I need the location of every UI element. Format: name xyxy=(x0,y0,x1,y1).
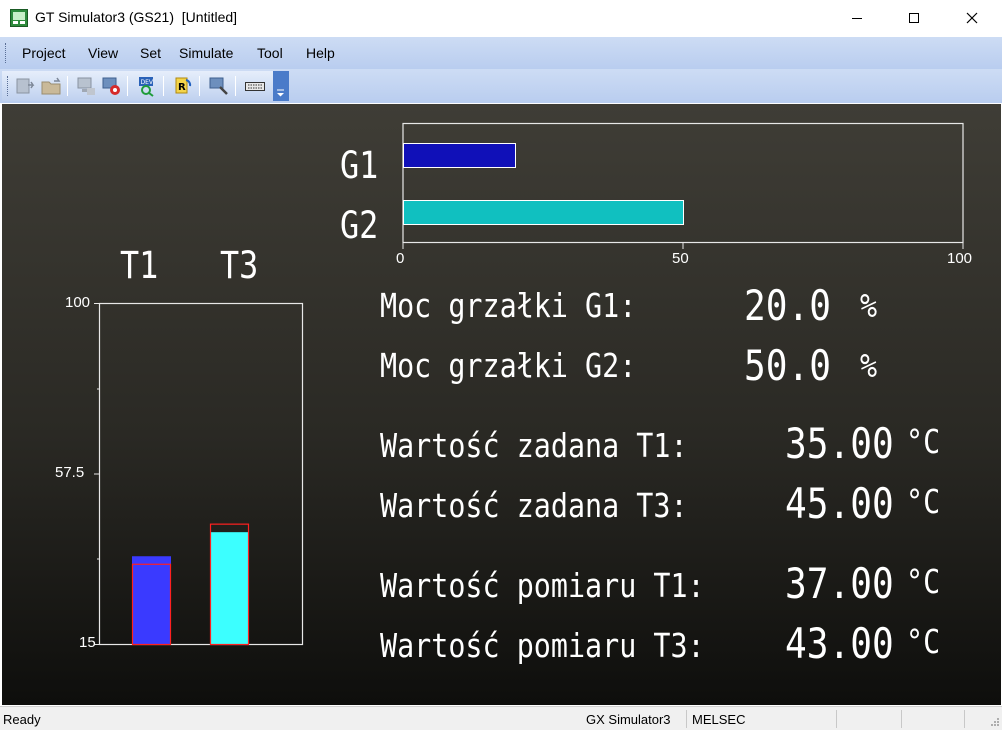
status-separator xyxy=(686,710,687,728)
toolbar-separator xyxy=(235,76,236,96)
app-icon xyxy=(10,9,28,27)
bar-g2 xyxy=(403,200,684,225)
vbar-tick-57-5: 57.5 xyxy=(55,464,85,481)
g2-power-label: Moc grzałki G2: xyxy=(380,346,637,385)
vbar-tick-15: 15 xyxy=(79,634,96,651)
app-window: GT Simulator3 (GS21) [Untitled] Project … xyxy=(0,0,1002,730)
measured-t1-unit: °C xyxy=(906,562,941,601)
setpoint-t3-unit: °C xyxy=(906,482,941,521)
menu-bar: Project View Set Simulate Tool Help xyxy=(0,37,1002,69)
menu-simulate[interactable]: Simulate xyxy=(179,45,233,61)
chart-category-g2: G2 xyxy=(340,204,379,247)
heater-power-chart xyxy=(402,122,964,249)
setpoint-t1-value: 35.00 xyxy=(785,419,894,468)
close-icon xyxy=(966,12,978,24)
open-project-icon[interactable] xyxy=(14,75,36,97)
status-separator xyxy=(836,710,837,728)
bar-measured-t3 xyxy=(210,532,249,645)
temperature-chart-frame xyxy=(98,302,304,646)
toolstrip: DEV R xyxy=(2,71,289,101)
menu-help[interactable]: Help xyxy=(306,45,335,61)
bar-measured-t1 xyxy=(132,556,171,645)
menu-tool[interactable]: Tool xyxy=(257,45,283,61)
folder-icon[interactable] xyxy=(40,75,62,97)
svg-text:DEV: DEV xyxy=(141,79,154,86)
chevron-down-icon xyxy=(277,89,284,97)
title-bar: GT Simulator3 (GS21) [Untitled] xyxy=(0,0,1002,36)
options-icon[interactable] xyxy=(208,75,230,97)
close-button[interactable] xyxy=(949,0,995,36)
menu-set[interactable]: Set xyxy=(140,45,161,61)
temperature-chart xyxy=(94,302,304,646)
menu-grip[interactable] xyxy=(5,43,8,63)
toolbar-separator xyxy=(199,76,200,96)
hmi-screen: G1 G2 0 50 100 T1 T3 100 57.5 15 Moc grz… xyxy=(2,104,1001,705)
hbar-tick-100: 100 xyxy=(947,250,973,267)
measured-t3-unit: °C xyxy=(906,622,941,661)
hbar-tick-0: 0 xyxy=(396,250,405,267)
svg-text:R: R xyxy=(178,82,186,93)
minimize-button[interactable] xyxy=(834,0,880,36)
record-icon[interactable] xyxy=(100,75,122,97)
g2-power-unit: % xyxy=(860,346,878,385)
g1-power-label: Moc grzałki G1: xyxy=(380,286,637,325)
maximize-icon xyxy=(909,13,919,23)
keyboard-icon[interactable] xyxy=(244,75,266,97)
bar-g1 xyxy=(403,143,516,168)
menu-view[interactable]: View xyxy=(88,45,118,61)
minimize-icon xyxy=(852,18,862,19)
heater-chart-frame xyxy=(402,122,964,244)
chart-category-t3: T3 xyxy=(220,244,259,287)
toolbar-overflow-button[interactable] xyxy=(273,71,289,101)
setpoint-t1-label: Wartość zadana T1: xyxy=(380,426,688,465)
hbar-tick-50: 50 xyxy=(672,250,689,267)
toolbar-separator xyxy=(67,76,68,96)
g1-power-unit: % xyxy=(860,286,878,325)
status-plc: MELSEC xyxy=(692,712,746,727)
setpoint-t3-label: Wartość zadana T3: xyxy=(380,486,688,525)
toolbar-separator xyxy=(163,76,164,96)
measured-t1-label: Wartość pomiaru T1: xyxy=(380,566,705,605)
device-monitor-icon[interactable]: DEV xyxy=(136,75,158,97)
bar-setpoint-t3 xyxy=(209,523,250,646)
chart-category-g1: G1 xyxy=(340,144,379,187)
measured-t3-value: 43.00 xyxy=(785,619,894,668)
status-separator xyxy=(901,710,902,728)
maximize-button[interactable] xyxy=(891,0,937,36)
refresh-icon[interactable]: R xyxy=(172,75,194,97)
chart-category-t1: T1 xyxy=(120,244,159,287)
measured-t1-value: 37.00 xyxy=(785,559,894,608)
menu-project[interactable]: Project xyxy=(22,45,66,61)
g2-power-value: 50.0 xyxy=(744,341,831,390)
g1-power-value: 20.0 xyxy=(744,281,831,330)
setpoint-t3-value: 45.00 xyxy=(785,479,894,528)
status-text: Ready xyxy=(3,712,41,727)
bar-setpoint-t1 xyxy=(131,563,172,646)
status-simulator: GX Simulator3 xyxy=(586,712,671,727)
resize-grip-icon[interactable] xyxy=(988,716,1000,728)
vbar-tick-100: 100 xyxy=(65,294,91,311)
toolbar-separator xyxy=(127,76,128,96)
toolbar-grip[interactable] xyxy=(7,76,10,96)
monitor-stop-icon[interactable] xyxy=(75,75,97,97)
measured-t3-label: Wartość pomiaru T3: xyxy=(380,626,705,665)
status-bar: Ready GX Simulator3 MELSEC xyxy=(0,706,1002,730)
status-separator xyxy=(964,710,965,728)
toolbar: DEV R xyxy=(0,69,1002,103)
window-title: GT Simulator3 (GS21) [Untitled] xyxy=(35,9,238,25)
setpoint-t1-unit: °C xyxy=(906,422,941,461)
